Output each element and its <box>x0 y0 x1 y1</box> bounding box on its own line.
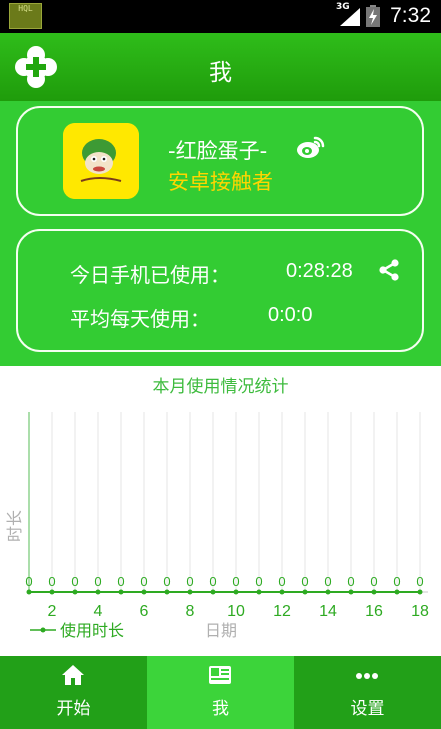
data-point <box>49 589 55 595</box>
data-label: 0 <box>393 574 400 589</box>
data-point <box>279 589 285 595</box>
notification-app-icon: HQL <box>9 3 42 29</box>
share-icon[interactable] <box>378 259 400 281</box>
weibo-icon[interactable] <box>296 135 326 159</box>
x-tick-label: 10 <box>227 603 245 620</box>
data-label: 0 <box>324 574 331 589</box>
x-tick-label: 4 <box>94 603 103 620</box>
data-point <box>371 589 377 595</box>
data-label: 0 <box>301 574 308 589</box>
page-title: 我 <box>209 60 232 86</box>
data-label: 0 <box>48 574 55 589</box>
data-point <box>164 589 170 595</box>
signal-icon <box>340 8 360 26</box>
today-usage-value: 0:28:28 <box>286 260 353 282</box>
data-point <box>256 589 262 595</box>
chart-title: 本月使用情况统计 <box>152 377 289 397</box>
data-label: 0 <box>255 574 262 589</box>
data-point <box>394 589 400 595</box>
data-point <box>141 589 147 595</box>
data-label: 0 <box>209 574 216 589</box>
x-tick-label: 16 <box>365 603 383 620</box>
nav-label-start: 开始 <box>56 699 91 719</box>
data-label: 0 <box>94 574 101 589</box>
more-dots-icon <box>356 673 378 679</box>
profile-card-icon <box>209 666 231 684</box>
data-label: 0 <box>278 574 285 589</box>
data-point <box>26 589 32 595</box>
x-tick-label: 12 <box>273 603 291 620</box>
legend-label: 使用时长 <box>60 621 124 640</box>
username: -红脸蛋子- <box>168 139 268 163</box>
x-tick-label: 2 <box>48 603 57 620</box>
app-screen: HQL 3G 7:32 我 -红脸蛋子- 安卓接触者 今日手机已使用： 0:28… <box>0 0 441 729</box>
user-tag: 安卓接触者 <box>168 170 273 194</box>
x-tick-label: 14 <box>319 603 337 620</box>
data-label: 0 <box>140 574 147 589</box>
header-bar: 我 <box>0 33 441 101</box>
data-label: 0 <box>232 574 239 589</box>
home-icon <box>62 665 84 685</box>
data-label: 0 <box>347 574 354 589</box>
y-axis-label: 时长 <box>5 510 24 542</box>
nav-item-me[interactable]: 我 <box>147 656 294 729</box>
data-point <box>325 589 331 595</box>
profile-card[interactable]: -红脸蛋子- 安卓接触者 <box>16 106 424 216</box>
data-point <box>233 589 239 595</box>
usage-stats-card: 今日手机已使用： 0:28:28 平均每天使用： 0:0:0 <box>16 229 424 352</box>
avatar[interactable] <box>63 123 139 199</box>
data-point <box>72 589 78 595</box>
data-point <box>187 589 193 595</box>
profile-section: -红脸蛋子- 安卓接触者 今日手机已使用： 0:28:28 平均每天使用： 0:… <box>0 101 441 366</box>
data-point <box>417 589 423 595</box>
data-label: 0 <box>370 574 377 589</box>
data-point <box>348 589 354 595</box>
data-label: 0 <box>117 574 124 589</box>
chart-canvas: 时长日期 2 4 6 8 10 12 14 16 18 0 0 0 0 0 0 0 0 0 0 0 0 0 0 0 0 0 0 使用… <box>5 412 429 640</box>
today-usage-label: 今日手机已使用： <box>70 263 230 287</box>
data-label: 0 <box>416 574 423 589</box>
data-point <box>210 589 216 595</box>
data-label: 0 <box>71 574 78 589</box>
nav-item-settings[interactable]: 设置 <box>294 656 441 729</box>
data-point <box>302 589 308 595</box>
x-tick-label: 6 <box>140 603 149 620</box>
nav-label-me: 我 <box>212 699 229 719</box>
data-label: 0 <box>163 574 170 589</box>
average-usage-label: 平均每天使用： <box>70 307 210 331</box>
data-label: 0 <box>25 574 32 589</box>
x-tick-label: 8 <box>186 603 195 620</box>
data-point <box>95 589 101 595</box>
nav-label-settings: 设置 <box>350 699 385 719</box>
battery-icon <box>366 5 380 27</box>
nav-item-start[interactable]: 开始 <box>0 656 147 729</box>
data-label: 0 <box>186 574 193 589</box>
status-bar: HQL 3G 7:32 <box>0 0 441 33</box>
usage-chart: 时长日期 2 4 6 8 10 12 14 16 18 0 0 0 0 0 0 0 0 0 0 0 0 0 0 0 0 0 0 使用… <box>0 366 441 656</box>
status-time: 7:32 <box>390 4 431 27</box>
data-point <box>118 589 124 595</box>
legend-marker <box>40 627 46 633</box>
average-usage-value: 0:0:0 <box>268 304 313 326</box>
bottom-nav: 开始 我 设置 <box>0 656 441 729</box>
x-tick-label: 18 <box>411 603 429 620</box>
x-axis-label: 日期 <box>205 621 237 640</box>
